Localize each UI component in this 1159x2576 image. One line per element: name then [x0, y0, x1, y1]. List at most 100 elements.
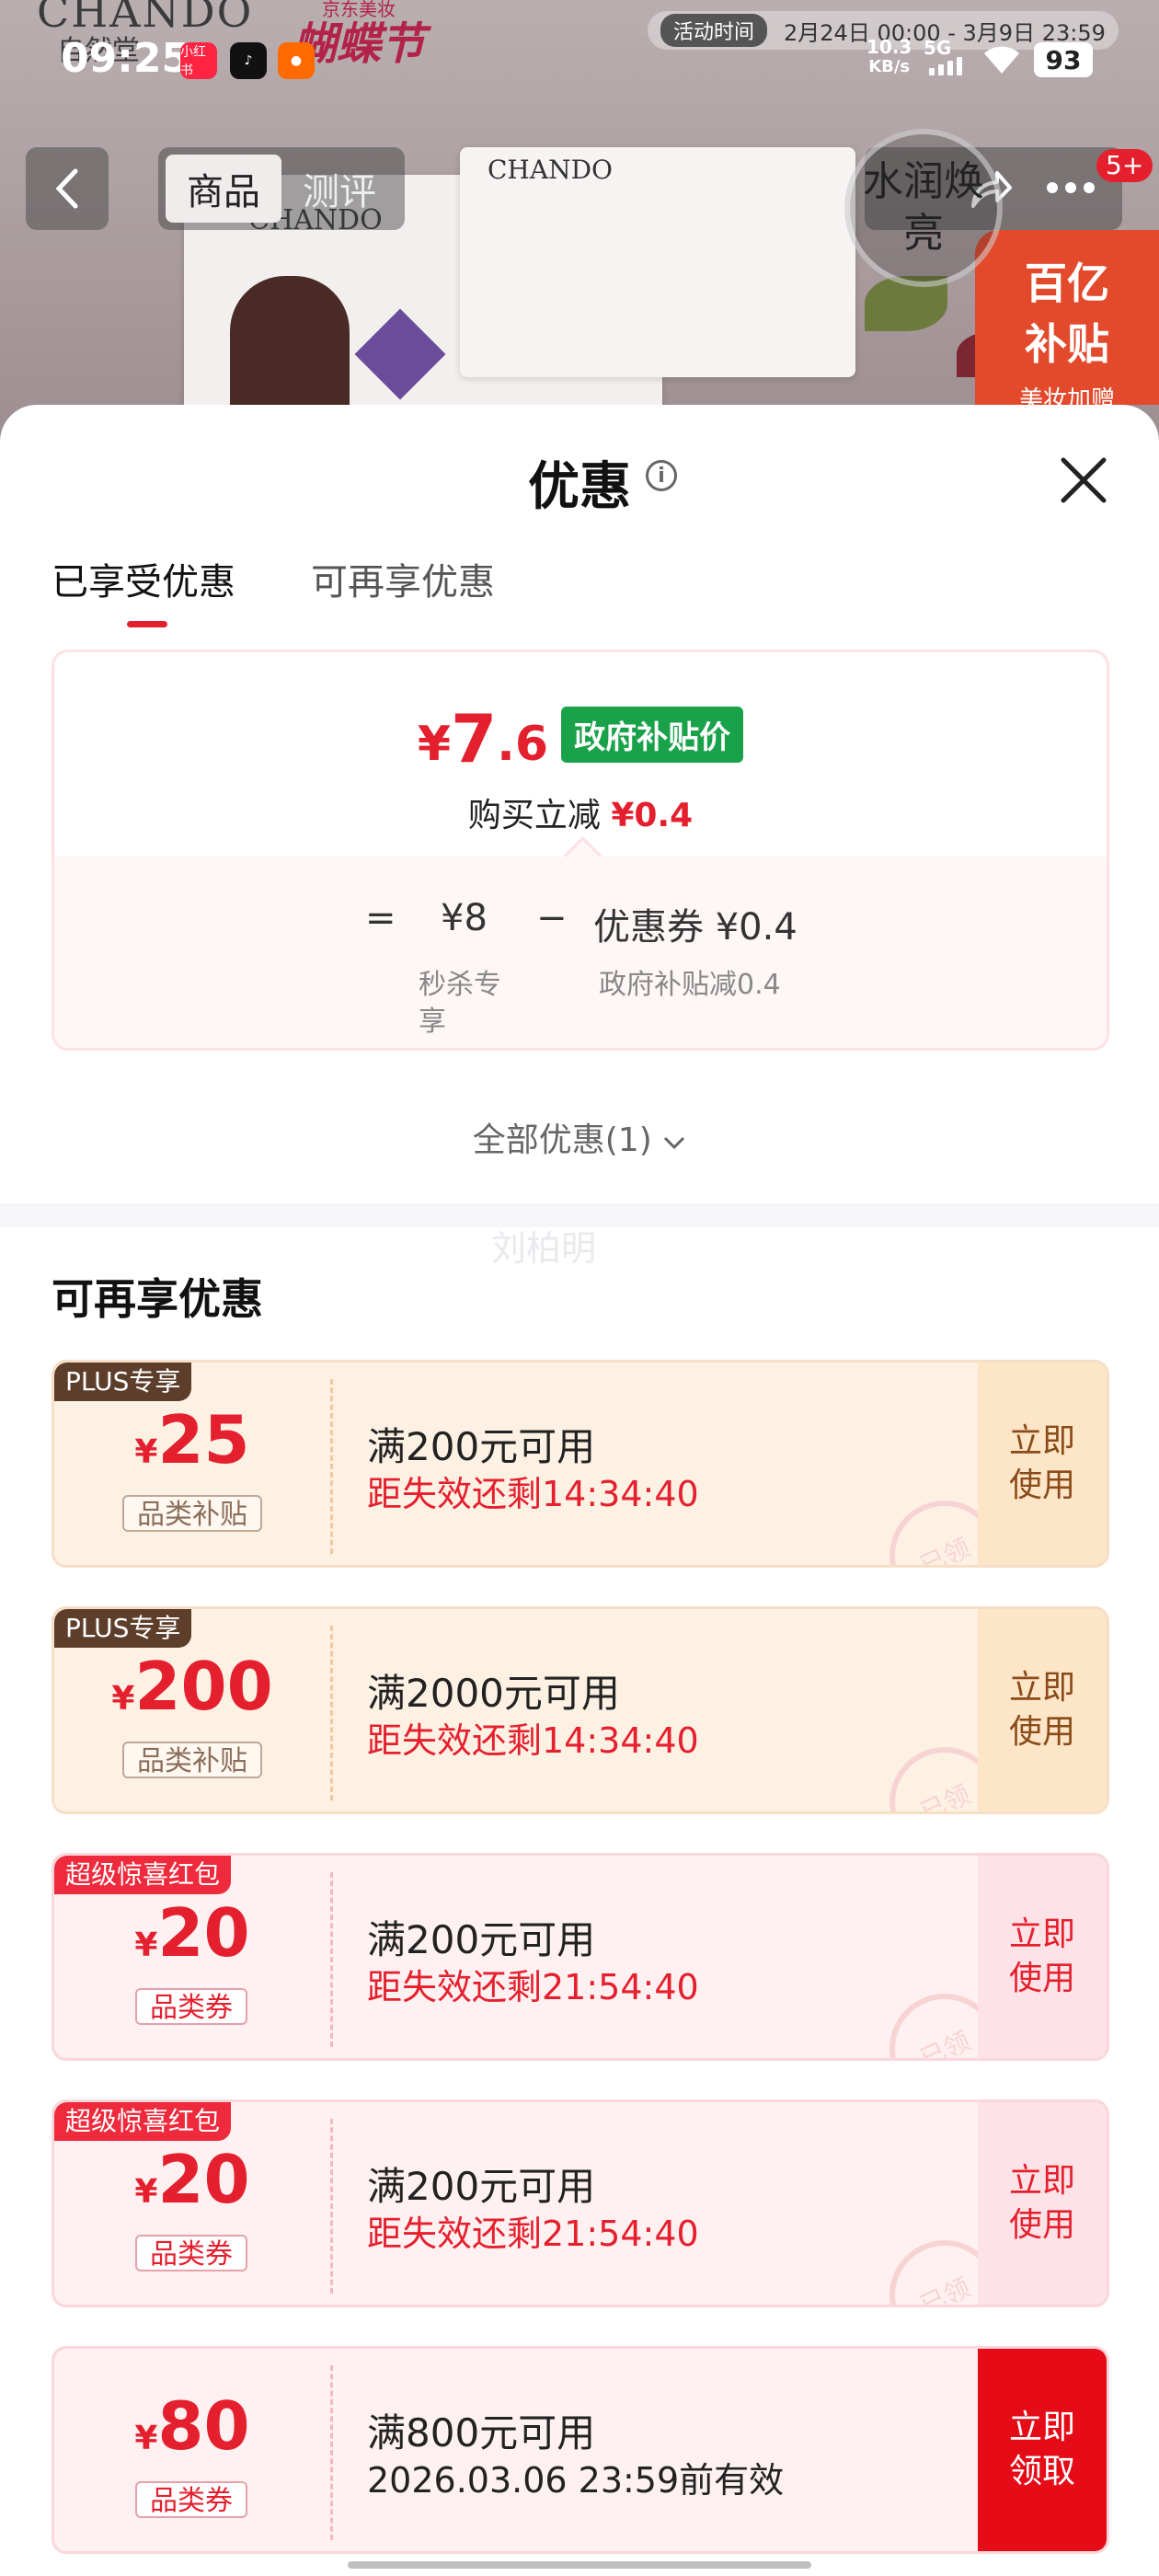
net-speed-value: 10.3 — [866, 36, 912, 58]
coupon-label: 超级惊喜红包 — [54, 2102, 232, 2141]
coupon-card: ¥80 品类券 满800元可用 2026.03.06 23:59前有效 立即领取 — [52, 2346, 1109, 2554]
tab-more-offers[interactable]: 可再享优惠 — [311, 552, 495, 605]
coupon-label: 政府补贴减0.4 — [599, 969, 781, 1001]
favorite-circle[interactable]: 水润焕亮 — [844, 129, 1003, 287]
action-label: 立即使用 — [1008, 2162, 1075, 2244]
sheet-title: 优惠 — [528, 457, 631, 517]
battery-level: 93 — [1045, 44, 1082, 75]
ad-line: 补贴 — [1025, 319, 1109, 369]
ad-line: 百亿 — [1025, 259, 1109, 308]
subsidy-ad[interactable]: 百亿 补贴 美妆加赠 — [975, 230, 1159, 414]
status-bar: 09:25 小红书 ♪ ● 活动时间 2月24日 00:00 - 3月9日 23… — [0, 0, 1159, 129]
wifi-icon — [984, 46, 1019, 74]
coupon-expiry: 距失效还剩21:54:40 — [367, 1967, 699, 2007]
tab-review[interactable]: 测评 — [281, 155, 397, 223]
signal-bars-icon — [929, 57, 962, 75]
action-label: 立即使用 — [1008, 1422, 1075, 1504]
clock: 09:25 — [61, 35, 190, 82]
coupon-label: 超级惊喜红包 — [54, 1856, 232, 1894]
message-badge: 5+ — [1096, 149, 1153, 182]
base-price-label: 秒杀专享 — [419, 969, 501, 1038]
claim-now-button[interactable]: 立即领取 — [978, 2349, 1107, 2551]
coupon-currency: ¥ — [134, 2173, 158, 2211]
more-icon[interactable] — [1045, 180, 1096, 195]
use-now-button[interactable]: 立即使用 — [978, 1363, 1107, 1565]
coupon-condition: 满2000元可用 — [367, 1671, 620, 1716]
coupon-amount: ¥200 — [54, 1650, 330, 1723]
page-segment: 商品 测评 — [158, 147, 405, 230]
coupon-condition: 满200元可用 — [367, 2164, 596, 2209]
coupon-currency: ¥ — [134, 2420, 158, 2457]
coupon-condition: 满200元可用 — [367, 1917, 596, 1962]
close-icon[interactable] — [1056, 453, 1111, 508]
coupon-value: 80 — [157, 2387, 250, 2465]
coupon-category-tag: 品类券 — [135, 1988, 247, 2025]
coupon-value: 20 — [157, 1894, 250, 1972]
info-icon[interactable]: i — [646, 460, 677, 491]
coupon-category-tag: 品类券 — [135, 2481, 247, 2518]
coupon-currency: ¥ — [134, 1926, 158, 1964]
coupon-value: 25 — [157, 1401, 250, 1478]
coupon-currency: ¥ — [111, 1680, 135, 1718]
coupon-card: 超级惊喜红包 ¥20 品类券 满200元可用 距失效还剩21:54:40 已领 … — [52, 1853, 1109, 2061]
coupon-amount: ¥25 — [54, 1403, 330, 1477]
action-label: 立即使用 — [1008, 1669, 1075, 1751]
coupon-amount: ¥20 — [54, 1896, 330, 1970]
taobao-icon: ● — [278, 42, 315, 79]
use-now-button[interactable]: 立即使用 — [978, 1856, 1107, 2058]
coupon-card: PLUS专享 ¥200 品类补贴 满2000元可用 距失效还剩14:34:40 … — [52, 1606, 1109, 1814]
all-offers-label: 全部优惠(1) — [472, 1121, 652, 1159]
coupon-expiry: 距失效还剩14:34:40 — [367, 1720, 699, 1761]
home-indicator[interactable] — [348, 2561, 811, 2569]
equals-sign: = — [365, 897, 396, 939]
tab-enjoyed[interactable]: 已享受优惠 — [52, 552, 235, 627]
coupon-amount: ¥20 — [54, 2143, 330, 2216]
back-button[interactable] — [26, 147, 109, 230]
reduce-value: ¥0.4 — [611, 797, 694, 834]
coupon-category-tag: 品类补贴 — [122, 1742, 262, 1778]
coupon-label: PLUS专享 — [54, 1609, 192, 1648]
use-now-button[interactable]: 立即使用 — [978, 2102, 1107, 2305]
summary-breakdown — [54, 857, 1107, 1048]
coupon-card: 超级惊喜红包 ¥20 品类券 满200元可用 距失效还剩21:54:40 已领 … — [52, 2099, 1109, 2307]
tab-product[interactable]: 商品 — [166, 155, 281, 223]
coupon-condition: 满200元可用 — [367, 1424, 596, 1469]
currency-symbol: ¥ — [417, 717, 452, 772]
coupon-value: 优惠券 ¥0.4 — [593, 906, 798, 949]
coupon-category-tag: 品类补贴 — [122, 1495, 262, 1532]
signal-type: 5G — [924, 37, 952, 59]
price-summary-card: ¥ 7 .6 政府补贴价 购买立减 ¥0.4 = ¥8 − 优惠券 ¥0.4 秒… — [52, 650, 1109, 1051]
action-label: 立即使用 — [1008, 1915, 1075, 1997]
final-price: ¥ 7 .6 政府补贴价 — [54, 706, 1107, 772]
activity-tag: 活动时间 — [660, 14, 768, 47]
reduce-label: 购买立减 — [467, 797, 601, 834]
coupon-condition: 满800元可用 — [367, 2410, 596, 2455]
coupon-category-tag: 品类券 — [135, 2235, 247, 2271]
douyin-icon: ♪ — [230, 42, 267, 79]
coupon-expiry: 距失效还剩21:54:40 — [367, 2214, 699, 2254]
coupon-card: PLUS专享 ¥25 品类补贴 满200元可用 距失效还剩14:34:40 已领… — [52, 1360, 1109, 1568]
all-offers-toggle[interactable]: 全部优惠(1) — [0, 1113, 1159, 1161]
coupon-expiry: 距失效还剩14:34:40 — [367, 1474, 699, 1514]
watermark: 刘柏明 — [491, 1228, 597, 1269]
action-label: 立即领取 — [1008, 2409, 1075, 2490]
instant-reduction: 购买立减 ¥0.4 — [54, 788, 1107, 836]
coupon-value: 20 — [157, 2141, 250, 2218]
coupon-value: 200 — [134, 1648, 273, 1725]
coupon-currency: ¥ — [134, 1433, 158, 1471]
use-now-button[interactable]: 立即使用 — [978, 1609, 1107, 1811]
base-price: ¥8 — [441, 897, 488, 939]
chevron-left-icon — [55, 168, 78, 209]
price-decimal: .6 — [497, 717, 549, 772]
network-speed: 10.3 KB/s — [866, 37, 912, 77]
box-brand: CHANDO — [488, 155, 613, 185]
gov-subsidy-tag: 政府补贴价 — [561, 707, 744, 763]
battery-icon: 93 — [1034, 42, 1093, 77]
discount-tabs: 已享受优惠 可再享优惠 — [52, 552, 495, 627]
section-title: 可再享优惠 — [52, 1274, 263, 1324]
minus-sign: − — [536, 897, 568, 939]
net-speed-unit: KB/s — [868, 57, 911, 76]
coupon-expiry: 2026.03.06 23:59前有效 — [367, 2460, 785, 2501]
coupon-label: PLUS专享 — [54, 1363, 192, 1401]
xiaohongshu-icon: 小红书 — [180, 42, 217, 79]
